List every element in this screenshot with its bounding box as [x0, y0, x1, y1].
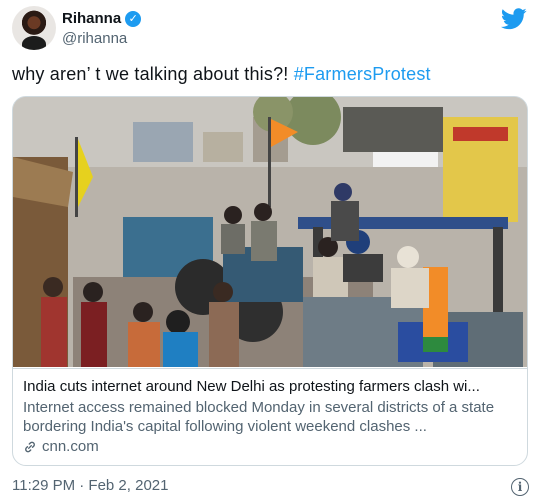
card-image[interactable]: [13, 97, 528, 367]
tweet-text: why aren’ t we talking about this?! #Far…: [12, 64, 431, 85]
card-domain-text[interactable]: cnn.com: [42, 438, 99, 455]
tweet-body: why aren’ t we talking about this?!: [12, 64, 294, 84]
tweet: Rihanna ✓ @rihanna why aren’ t we talkin…: [0, 0, 541, 500]
hashtag-link[interactable]: #FarmersProtest: [294, 64, 431, 84]
handle[interactable]: @rihanna: [62, 30, 127, 47]
card-description: Internet access remained blocked Monday …: [23, 399, 495, 435]
link-icon: [25, 441, 35, 452]
twitter-bird-icon[interactable]: [501, 8, 527, 30]
verified-badge-icon: ✓: [125, 10, 142, 27]
card-domain[interactable]: cnn.com: [23, 438, 519, 455]
display-name[interactable]: Rihanna: [62, 10, 121, 27]
author-name-row[interactable]: Rihanna ✓: [62, 10, 142, 27]
info-icon[interactable]: i: [511, 478, 529, 496]
avatar[interactable]: [12, 6, 56, 50]
link-card[interactable]: India cuts internet around New Delhi as …: [12, 96, 528, 466]
tweet-timestamp[interactable]: 11:29 PM · Feb 2, 2021: [12, 477, 168, 494]
card-body[interactable]: India cuts internet around New Delhi as …: [13, 368, 527, 465]
card-title[interactable]: India cuts internet around New Delhi as …: [23, 377, 519, 397]
